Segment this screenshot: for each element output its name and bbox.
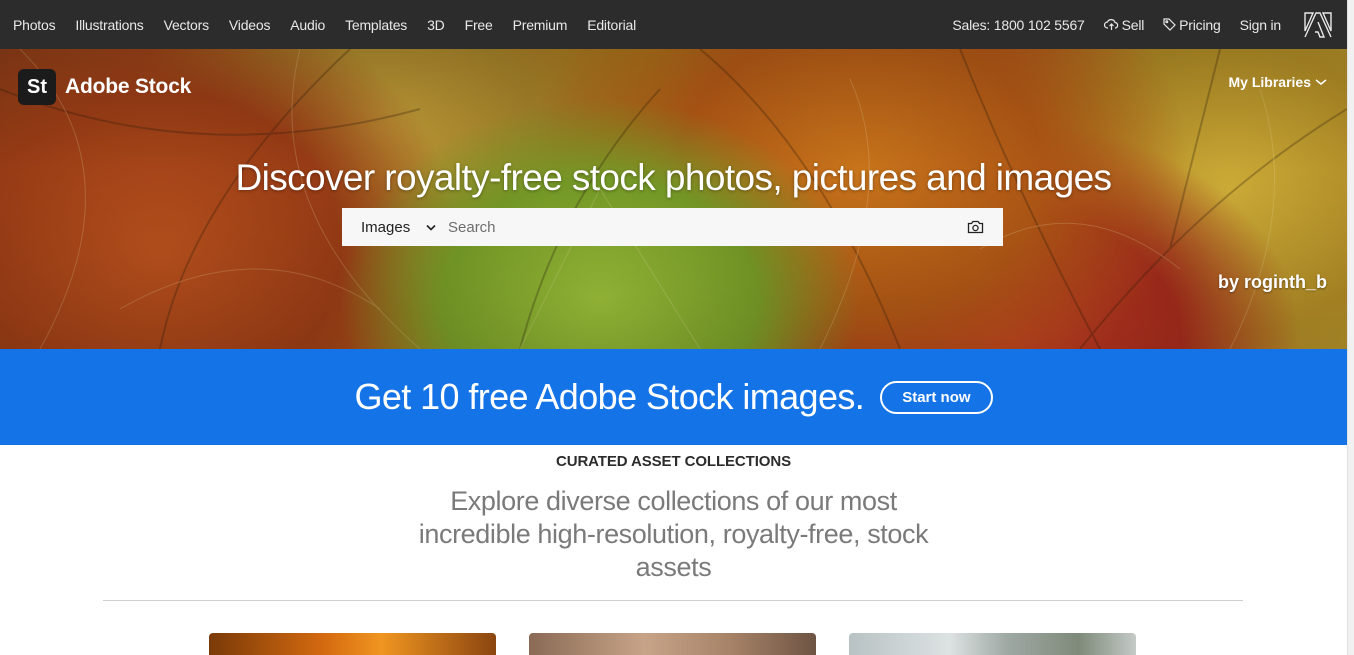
start-now-button[interactable]: Start now bbox=[880, 380, 993, 414]
camera-icon bbox=[967, 220, 983, 234]
collection-card-thumbnail[interactable] bbox=[209, 633, 496, 655]
promo-banner: Get 10 free Adobe Stock images. Start no… bbox=[0, 349, 1347, 445]
adobe-logo-icon[interactable] bbox=[1303, 11, 1333, 39]
pricing-label: Pricing bbox=[1179, 16, 1221, 33]
sales-phone: Sales: 1800 102 5567 bbox=[952, 16, 1085, 33]
collection-card-thumbnail[interactable] bbox=[849, 633, 1136, 655]
section-divider bbox=[103, 600, 1243, 601]
nav-free[interactable]: Free bbox=[465, 17, 493, 33]
page-scrollbar[interactable] bbox=[1347, 0, 1354, 655]
collection-card-thumbnail[interactable] bbox=[529, 633, 816, 655]
top-nav-bar: Photos Illustrations Vectors Videos Audi… bbox=[0, 0, 1347, 49]
stock-badge-icon: St bbox=[18, 69, 56, 105]
tag-icon bbox=[1163, 18, 1177, 31]
sell-label: Sell bbox=[1121, 16, 1145, 33]
nav-premium[interactable]: Premium bbox=[513, 17, 568, 33]
nav-photos[interactable]: Photos bbox=[13, 17, 56, 33]
hero-banner: St Adobe Stock My Libraries Discover roy… bbox=[0, 49, 1347, 349]
nav-audio[interactable]: Audio bbox=[290, 17, 325, 33]
image-credit[interactable]: by roginth_b bbox=[1218, 272, 1327, 293]
upload-cloud-icon bbox=[1103, 19, 1118, 30]
my-libraries-button[interactable]: My Libraries bbox=[1229, 74, 1327, 90]
promo-text: Get 10 free Adobe Stock images. bbox=[354, 376, 865, 417]
brand-name: Adobe Stock bbox=[65, 75, 192, 98]
search-bar: Images bbox=[342, 208, 1003, 246]
nav-videos[interactable]: Videos bbox=[229, 17, 271, 33]
sign-in-link[interactable]: Sign in bbox=[1240, 17, 1282, 33]
chevron-down-icon bbox=[1315, 79, 1327, 85]
nav-illustrations[interactable]: Illustrations bbox=[75, 17, 143, 33]
visual-search-button[interactable] bbox=[947, 220, 1003, 234]
hero-shade-overlay bbox=[0, 49, 1347, 349]
my-libraries-label: My Libraries bbox=[1228, 74, 1311, 90]
nav-templates[interactable]: Templates bbox=[345, 17, 407, 33]
account-nav: Sales: 1800 102 5567 Sell Pricing Sign i… bbox=[933, 11, 1347, 39]
category-nav: Photos Illustrations Vectors Videos Audi… bbox=[0, 17, 656, 33]
asset-type-value: Images bbox=[361, 218, 411, 236]
adobe-stock-logo[interactable]: St Adobe Stock bbox=[18, 69, 191, 105]
sell-link[interactable]: Sell bbox=[1103, 16, 1145, 33]
hero-title: Discover royalty-free stock photos, pict… bbox=[235, 157, 1113, 198]
search-input[interactable] bbox=[440, 218, 947, 236]
pricing-link[interactable]: Pricing bbox=[1163, 16, 1221, 33]
nav-vectors[interactable]: Vectors bbox=[164, 17, 209, 33]
collections-subheading: Explore diverse collections of our most … bbox=[418, 486, 929, 582]
nav-3d[interactable]: 3D bbox=[427, 17, 445, 33]
nav-editorial[interactable]: Editorial bbox=[587, 17, 636, 33]
chevron-down-icon bbox=[426, 224, 436, 231]
asset-type-select[interactable]: Images bbox=[342, 219, 440, 236]
collections-heading: CURATED ASSET COLLECTIONS bbox=[555, 453, 791, 470]
